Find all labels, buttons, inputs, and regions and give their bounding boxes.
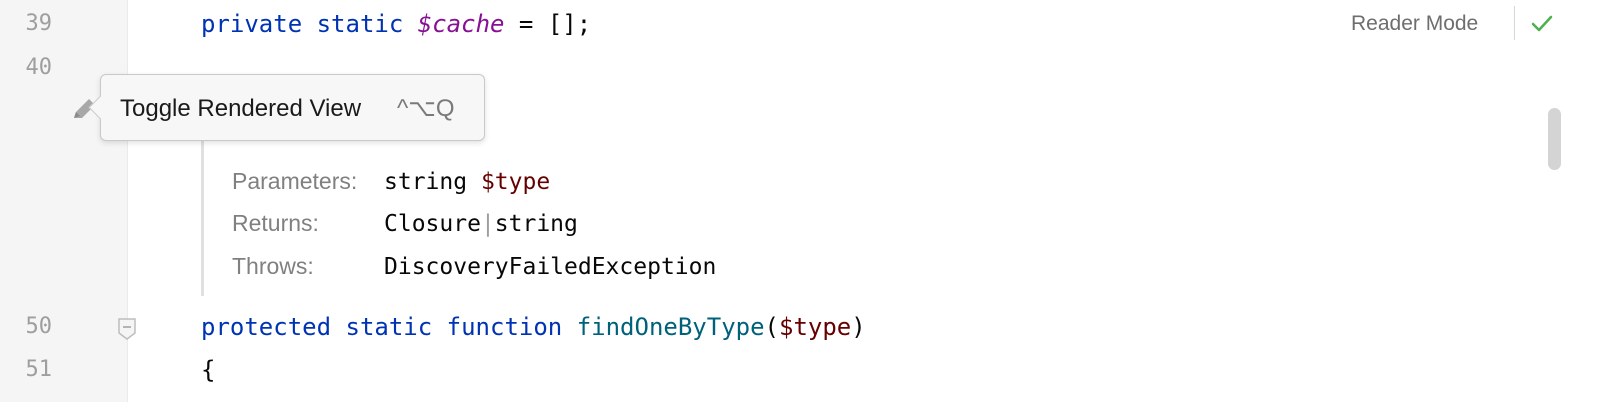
reader-mode-button[interactable]: Reader Mode	[1351, 10, 1478, 38]
paren-close: )	[851, 313, 866, 341]
keyword-static: static	[345, 313, 433, 341]
code-line-50[interactable]: protected static function findOneByType(…	[201, 312, 866, 342]
line-number-39: 39	[25, 11, 53, 36]
doc-returns-value: Closure|string	[384, 209, 578, 239]
doc-return-sep: |	[480, 211, 495, 237]
doc-return-type-1: Closure	[384, 211, 481, 237]
toggle-rendered-view-tooltip: Toggle Rendered View ^⌥Q	[88, 74, 485, 141]
param-type: $type	[779, 313, 852, 341]
line-number-51: 51	[25, 357, 53, 382]
doc-param-type: string	[384, 169, 468, 195]
function-name: findOneByType	[576, 313, 765, 341]
keyword-static: static	[316, 10, 404, 38]
fold-icon[interactable]	[118, 318, 136, 340]
doc-throws-value: DiscoveryFailedException	[384, 254, 717, 280]
code-line-39[interactable]: private static $cache = [];	[201, 9, 591, 39]
keyword-private: private	[201, 10, 303, 38]
doc-throws-label: Throws:	[232, 253, 314, 279]
line-number-40: 40	[25, 55, 53, 80]
doc-return-type-2: string	[494, 211, 578, 237]
code-rest: = [];	[504, 10, 592, 38]
line-number-50: 50	[25, 314, 53, 339]
keyword-protected: protected	[201, 313, 332, 341]
doc-parameters-value: string $type	[384, 167, 550, 197]
doc-param-name: $type	[480, 169, 551, 195]
field-cache: $cache	[417, 10, 505, 38]
code-line-51[interactable]: {	[201, 355, 215, 385]
gutter-separator	[127, 0, 128, 402]
check-icon[interactable]	[1530, 12, 1554, 36]
doc-returns-label: Returns:	[232, 210, 319, 236]
keyword-function: function	[446, 313, 563, 341]
tooltip-text: Toggle Rendered View	[120, 95, 362, 122]
vertical-scrollbar-thumb[interactable]	[1548, 108, 1561, 170]
toolbar-separator	[1514, 6, 1515, 40]
doc-parameters-label: Parameters:	[232, 168, 358, 194]
doc-block-bar	[201, 140, 204, 296]
tooltip-shortcut: ^⌥Q	[397, 95, 455, 122]
paren-open: (	[764, 313, 779, 341]
